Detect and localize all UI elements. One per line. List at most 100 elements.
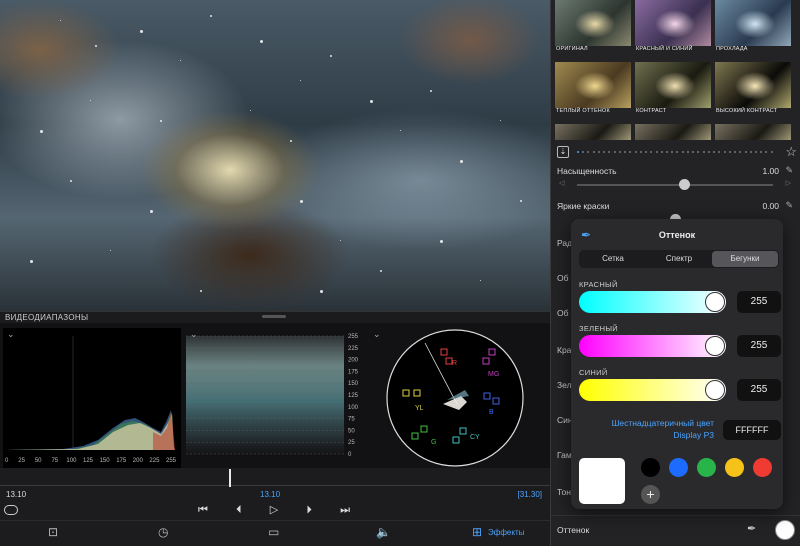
preset-thumbnail-partial[interactable] <box>555 124 631 140</box>
chevron-down-icon[interactable]: ⌄ <box>7 329 15 340</box>
increment-icon[interactable]: ▷ <box>786 179 791 187</box>
water-sparkle <box>320 290 323 293</box>
step-back-icon[interactable]: ⏴ <box>236 503 242 517</box>
preset-label: КРАСНЫЙ И СИНИЙ <box>636 46 693 52</box>
scroll-dot <box>713 151 716 153</box>
crop-icon[interactable]: ⊡ <box>48 525 58 539</box>
water-sparkle <box>95 45 97 47</box>
chevron-down-icon[interactable]: ⌄ <box>373 329 381 340</box>
histogram-ticks: 0 25 50 75 100 125 150 175 200 225 255 <box>5 458 177 464</box>
scroll-dot <box>582 151 585 153</box>
play-icon[interactable]: ▷ <box>270 503 278 517</box>
scroll-dot <box>734 151 737 153</box>
scroll-dot <box>603 151 606 153</box>
preset-label: КОНТРАСТ <box>636 108 667 114</box>
picker-tab[interactable]: Бегунки <box>712 251 778 267</box>
audio-icon[interactable]: 🔈 <box>376 525 391 539</box>
preset-image <box>635 0 711 46</box>
channel-label: КРАСНЫЙ <box>579 280 618 289</box>
preset-thumbnail-partial[interactable] <box>715 124 791 140</box>
picker-tab[interactable]: Сетка <box>580 251 646 267</box>
channel-slider[interactable] <box>579 379 726 401</box>
water-sparkle <box>70 180 72 182</box>
channel-value-field[interactable]: 255 <box>737 379 781 401</box>
scroll-dot <box>645 151 648 153</box>
hex-value-field[interactable]: FFFFFF <box>723 420 781 440</box>
vibrance-value[interactable]: 0.00 <box>762 201 779 211</box>
decrement-icon[interactable]: ◁ <box>559 179 564 187</box>
hue-row: Оттенок ✒ <box>551 515 800 546</box>
channel-slider[interactable] <box>579 335 726 357</box>
panel-grabber[interactable] <box>262 315 286 318</box>
preset-thumbnail[interactable]: КРАСНЫЙ И СИНИЙ <box>635 0 711 52</box>
preset-scroll-dots[interactable] <box>577 151 773 155</box>
channel-slider[interactable] <box>579 291 726 313</box>
histogram-plot: 0 25 50 75 100 125 150 175 200 225 255 <box>5 336 177 464</box>
edit-icon[interactable]: ✎ <box>785 165 793 176</box>
playhead[interactable] <box>229 469 231 487</box>
waveform-tick-label: 150 <box>348 381 359 387</box>
preset-thumbnail-partial[interactable] <box>635 124 711 140</box>
scroll-dot <box>629 151 632 153</box>
water-sparkle <box>460 160 463 163</box>
eyedropper-icon[interactable]: ✒ <box>747 522 756 535</box>
preset-thumbnail[interactable]: ВЫСОКИЙ КОНТРАСТ <box>715 62 791 114</box>
color-swatch[interactable] <box>669 458 688 477</box>
water-sparkle <box>440 240 443 243</box>
param-label-partial: Гам <box>557 450 572 460</box>
hue-color-swatch[interactable] <box>775 520 795 540</box>
waveform-tick-label: 200 <box>348 358 359 364</box>
bottom-toolbar: ⊡ ◷ ▭ 🔈 ⊞ Эффекты <box>0 520 550 546</box>
download-icon[interactable]: ⇣ <box>557 146 569 158</box>
preset-thumbnail[interactable]: ТЕПЛЫЙ ОТТЕНОК <box>555 62 631 114</box>
add-swatch-button[interactable]: + <box>641 485 660 504</box>
color-swatch[interactable] <box>753 458 772 477</box>
video-preview[interactable] <box>0 0 550 311</box>
preset-thumbnail[interactable]: КОНТРАСТ <box>635 62 711 114</box>
preset-label: ТЕПЛЫЙ ОТТЕНОК <box>556 108 610 114</box>
step-forward-icon[interactable]: ⏵ <box>306 503 312 517</box>
channel-slider-thumb[interactable] <box>705 336 725 356</box>
channel-slider-thumb[interactable] <box>705 292 725 312</box>
preset-image <box>635 62 711 108</box>
preset-thumbnail[interactable]: ПРОХЛАДА <box>715 0 791 52</box>
water-sparkle <box>480 280 481 281</box>
star-icon[interactable]: ☆ <box>785 144 797 160</box>
saturation-value[interactable]: 1.00 <box>762 166 779 176</box>
histogram-tick-label: 225 <box>149 458 160 464</box>
histogram-tick-label: 200 <box>133 458 144 464</box>
preset-thumbnail[interactable]: ОРИГИНАЛ <box>555 0 631 52</box>
color-swatch[interactable] <box>697 458 716 477</box>
channel-slider-thumb[interactable] <box>705 380 725 400</box>
picker-tab[interactable]: Спектр <box>646 251 712 267</box>
skip-to-start-icon[interactable]: ⏮ <box>198 503 208 517</box>
scroll-dot <box>577 151 579 153</box>
histogram: ⌄ 0 25 50 75 100 125 150 175 200 225 255 <box>3 328 181 468</box>
speed-icon[interactable]: ◷ <box>158 525 168 539</box>
effects-label[interactable]: Эффекты <box>488 528 524 537</box>
edit-icon[interactable]: ✎ <box>785 200 793 211</box>
loop-icon[interactable] <box>4 505 18 515</box>
hex-label-line1: Шестнадцатеричный цвет <box>611 418 714 428</box>
color-swatch[interactable] <box>641 458 660 477</box>
timeline-ruler[interactable] <box>0 472 550 486</box>
hex-label-line2: Display P3 <box>673 430 714 440</box>
channel-value-field[interactable]: 255 <box>737 291 781 313</box>
water-sparkle <box>300 80 301 81</box>
skip-to-end-icon[interactable]: ⏭ <box>340 503 350 517</box>
preset-label: ОРИГИНАЛ <box>556 46 588 52</box>
color-swatch[interactable] <box>725 458 744 477</box>
scroll-dot <box>676 151 679 153</box>
water-sparkle <box>290 140 292 142</box>
saturation-track[interactable] <box>577 184 773 186</box>
hex-color-label: Шестнадцатеричный цвет Display P3 <box>579 417 714 441</box>
waveform: ⌄ 255 225 200 175 150 125 100 75 50 25 0 <box>186 328 366 468</box>
channel-value-field[interactable]: 255 <box>737 335 781 357</box>
effects-icon[interactable]: ⊞ <box>472 525 482 539</box>
scroll-dot <box>608 151 611 153</box>
saturation-knob[interactable] <box>679 179 691 190</box>
transform-icon[interactable]: ▭ <box>268 525 279 539</box>
chevron-down-icon[interactable]: ⌄ <box>190 329 198 340</box>
saturation-label: Насыщенность <box>557 166 617 176</box>
water-sparkle <box>370 100 373 103</box>
